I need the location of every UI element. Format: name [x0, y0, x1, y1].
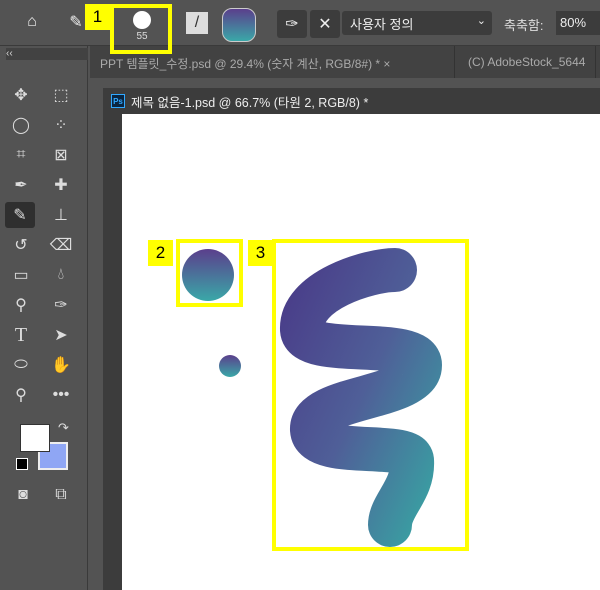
annotation-label-2: 2 — [148, 240, 173, 266]
annotation-label-1: 1 — [85, 4, 110, 30]
brush-dab-small — [219, 355, 241, 377]
annotation-box-3 — [272, 239, 469, 551]
annotation-box-1 — [110, 4, 172, 54]
annotation-box-2 — [176, 239, 243, 307]
annotation-label-3: 3 — [248, 240, 273, 266]
